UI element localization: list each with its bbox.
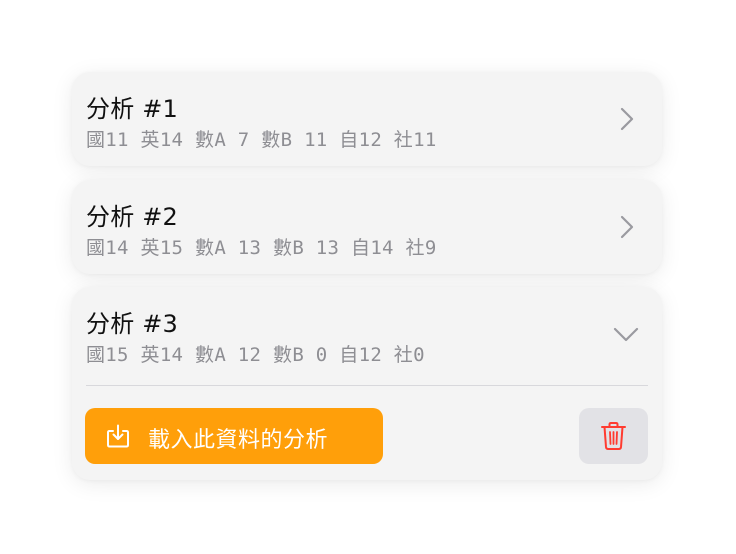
analysis-card-header[interactable]: 分析 #1 國11 英14 數A 7 數B 11 自12 社11 — [72, 72, 662, 166]
analysis-scores: 國11 英14 數A 7 數B 11 自12 社11 — [86, 129, 437, 151]
analysis-card-header[interactable]: 分析 #3 國15 英14 數A 12 數B 0 自12 社0 — [72, 287, 662, 381]
analysis-card: 分析 #1 國11 英14 數A 7 數B 11 自12 社11 — [72, 72, 662, 166]
load-analysis-label: 載入此資料的分析 — [148, 427, 329, 452]
load-analysis-button[interactable]: 載入此資料的分析 — [85, 408, 383, 464]
analysis-list: 分析 #1 國11 英14 數A 7 數B 11 自12 社11 分析 #2 國… — [0, 0, 736, 554]
analysis-scores: 國14 英15 數A 13 數B 13 自14 社9 — [86, 237, 437, 259]
chevron-right-icon — [614, 213, 640, 241]
download-tray-icon — [105, 423, 131, 449]
analysis-title: 分析 #1 — [86, 95, 179, 123]
analysis-card: 分析 #2 國14 英15 數A 13 數B 13 自14 社9 — [72, 180, 662, 274]
analysis-title: 分析 #2 — [86, 203, 179, 231]
chevron-down-icon — [612, 321, 639, 349]
analysis-title: 分析 #3 — [86, 310, 179, 338]
analysis-scores: 國15 英14 數A 12 數B 0 自12 社0 — [86, 344, 425, 366]
analysis-card-header[interactable]: 分析 #2 國14 英15 數A 13 數B 13 自14 社9 — [72, 180, 662, 274]
trash-icon — [600, 421, 627, 451]
delete-button[interactable] — [579, 408, 648, 464]
chevron-right-icon — [614, 105, 640, 133]
divider — [86, 385, 648, 386]
analysis-card-expanded: 分析 #3 國15 英14 數A 12 數B 0 自12 社0 載入此資料的分析 — [72, 287, 662, 480]
